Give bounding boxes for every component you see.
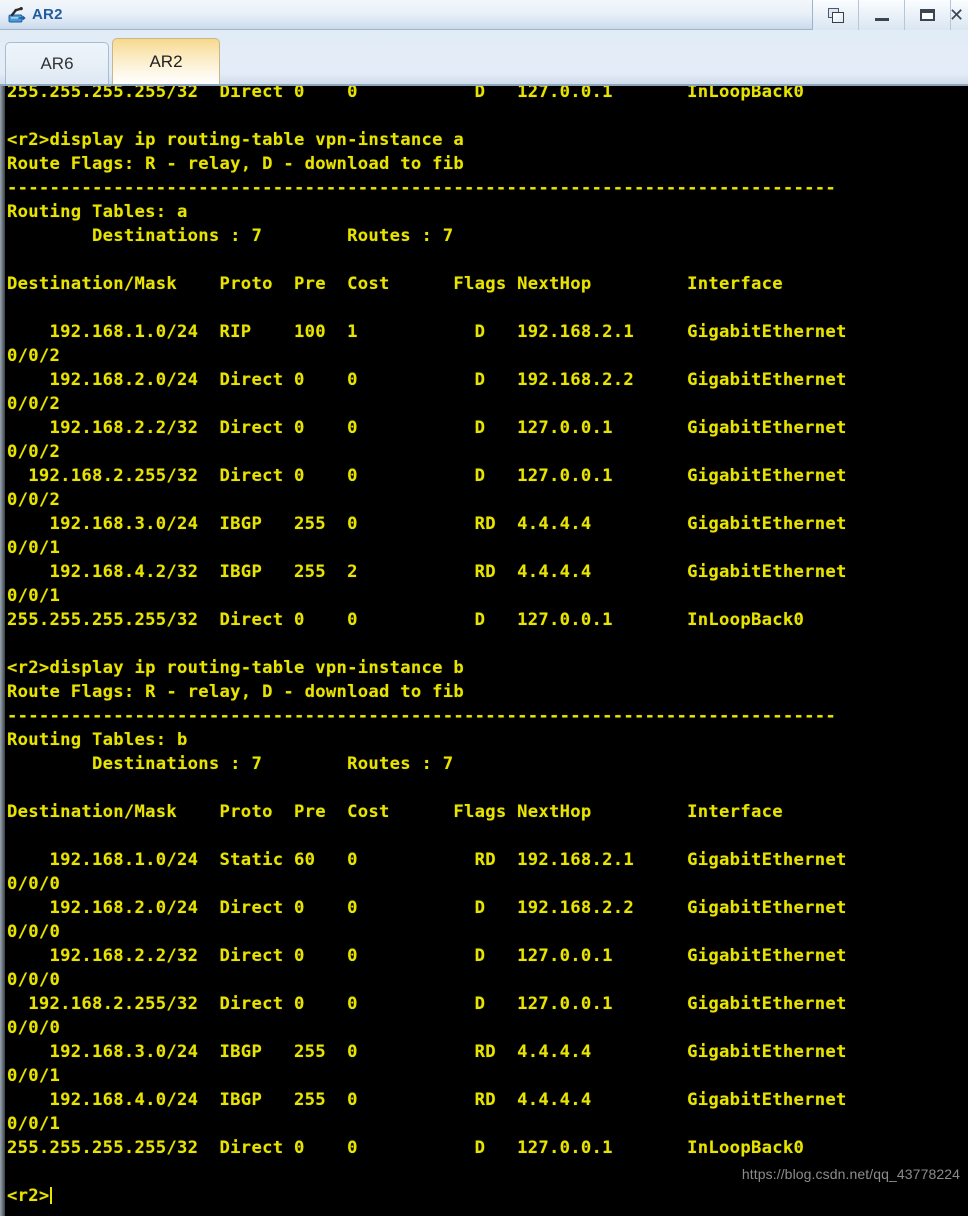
- title-bar: AR2 ✕: [0, 0, 968, 30]
- tab-strip-filler: [223, 44, 968, 84]
- minimize-icon: [874, 18, 889, 21]
- terminal-panel[interactable]: 255.255.255.255/32 Direct 0 0 D 127.0.0.…: [0, 86, 968, 1216]
- tab-ar2[interactable]: AR2: [112, 38, 220, 84]
- restore-icon: [827, 8, 844, 23]
- tab-ar6[interactable]: AR6: [5, 42, 109, 84]
- console-output: 255.255.255.255/32 Direct 0 0 D 127.0.0.…: [7, 86, 847, 1206]
- window-title: AR2: [32, 6, 63, 23]
- tab-ar2-label: AR2: [149, 51, 183, 71]
- tab-bar: AR6 AR2: [0, 30, 968, 86]
- minimize-button[interactable]: [858, 0, 904, 30]
- restore-button[interactable]: [812, 0, 858, 30]
- router-cli-window: AR2 ✕ AR6 AR2 255.255.255.255/32 Direct …: [0, 0, 968, 1216]
- window-controls: ✕: [812, 0, 968, 30]
- maximize-icon: [920, 9, 935, 21]
- terminal-cursor: [49, 1187, 52, 1204]
- watermark-text: https://blog.csdn.net/qq_43778224: [741, 1166, 960, 1182]
- terminal-scrollbar[interactable]: [0, 86, 5, 1216]
- maximize-button[interactable]: [904, 0, 950, 30]
- terminal-console[interactable]: 255.255.255.255/32 Direct 0 0 D 127.0.0.…: [5, 86, 968, 1216]
- router-icon: [6, 4, 28, 26]
- tab-ar6-label: AR6: [40, 53, 74, 73]
- close-button[interactable]: ✕: [950, 0, 968, 30]
- close-icon: ✕: [950, 5, 965, 25]
